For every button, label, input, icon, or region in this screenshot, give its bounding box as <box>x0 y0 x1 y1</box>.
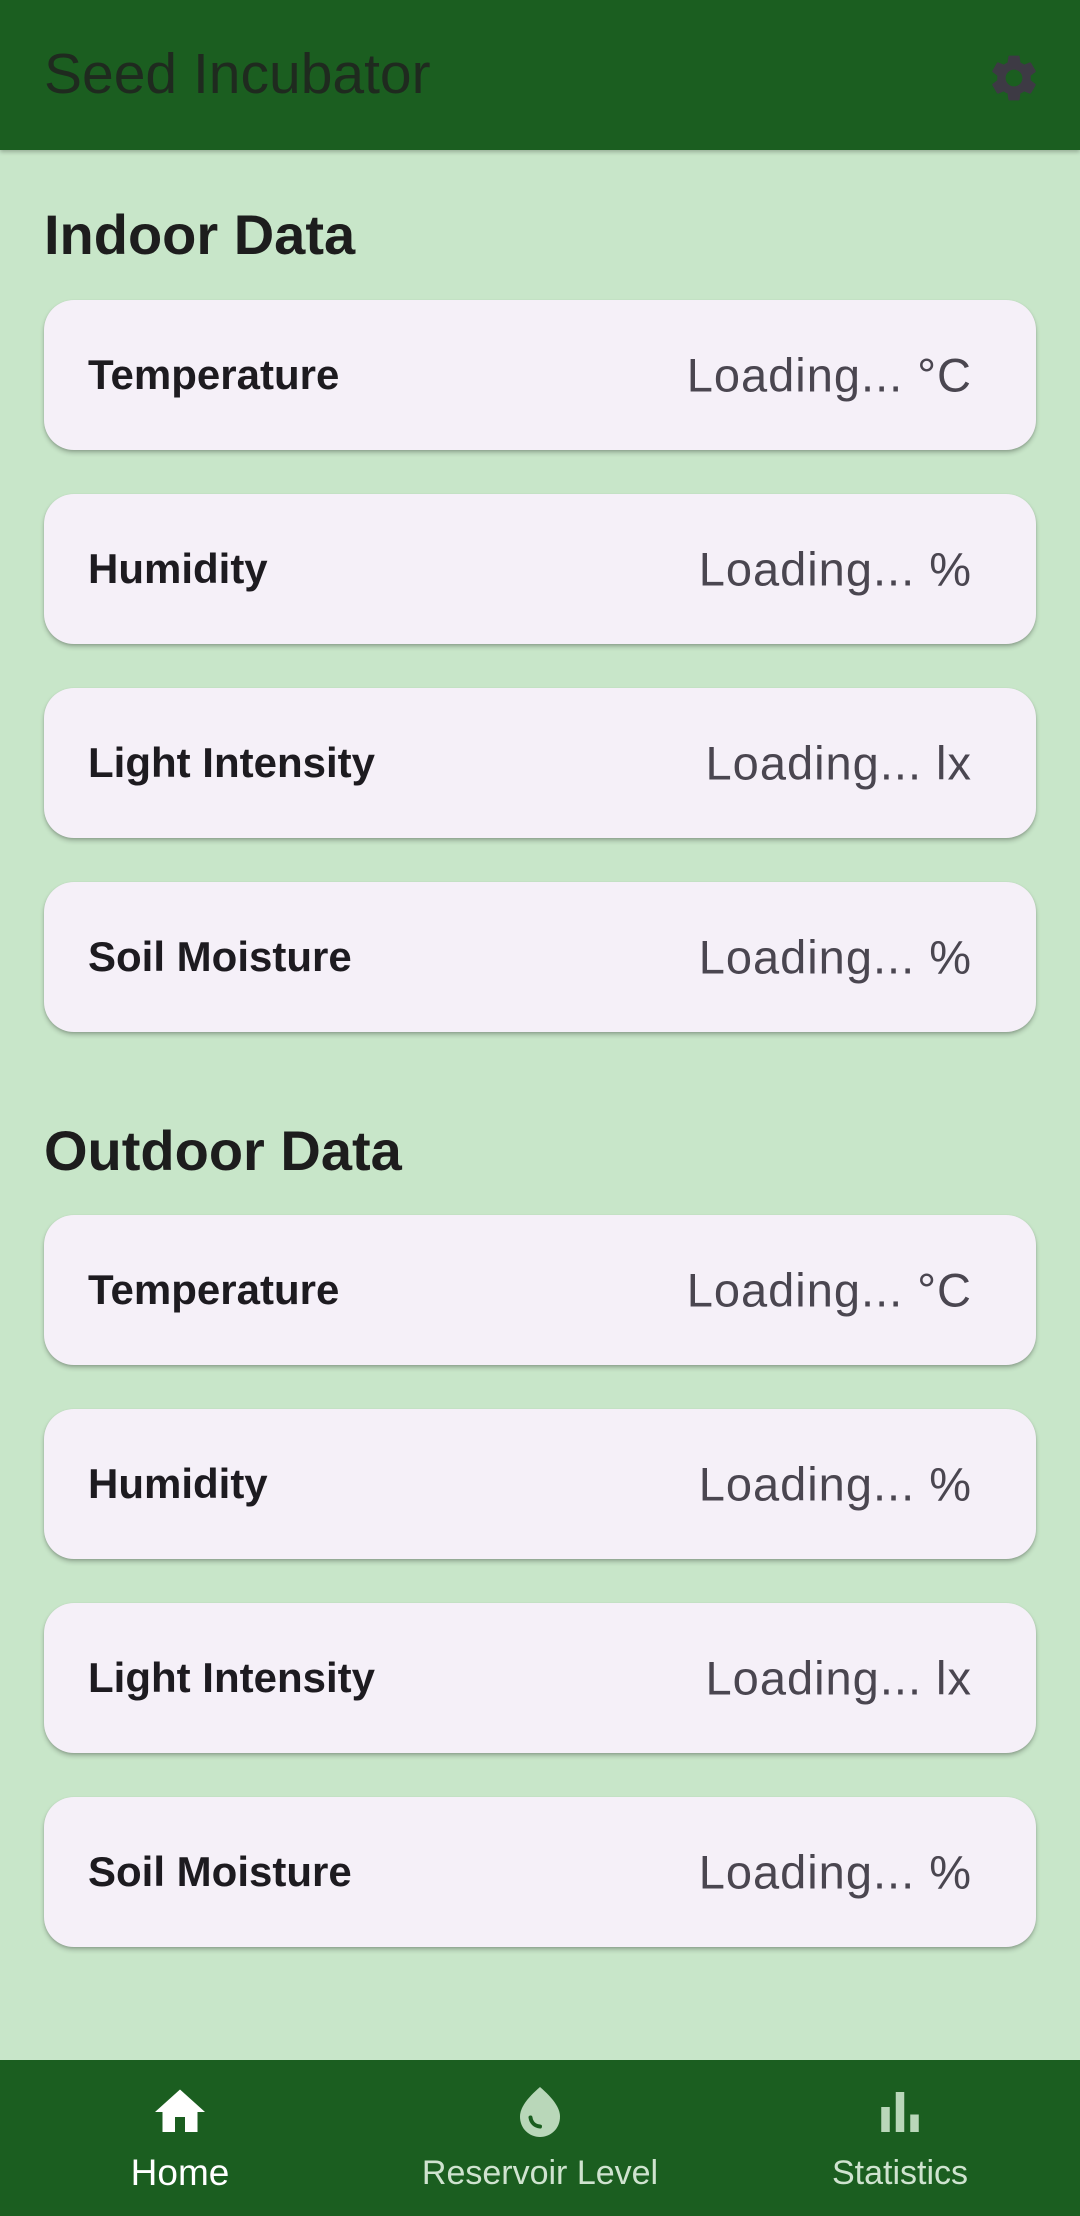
indoor-temperature-card: Temperature Loading... °C <box>44 300 1036 450</box>
nav-label: Home <box>130 2152 230 2193</box>
gear-icon <box>992 55 1036 101</box>
card-label: Temperature <box>88 1266 340 1313</box>
nav-item-statistics[interactable]: Statistics <box>720 2060 1080 2216</box>
card-label: Humidity <box>88 545 268 592</box>
indoor-light-intensity-card: Light Intensity Loading... lx <box>44 688 1036 838</box>
card-value: Loading... °C <box>686 348 972 402</box>
card-value: Loading... °C <box>686 1263 972 1317</box>
card-label: Light Intensity <box>88 1654 375 1701</box>
indoor-section-title: Indoor Data <box>44 203 356 266</box>
indoor-soil-moisture-card: Soil Moisture Loading... % <box>44 882 1036 1032</box>
card-label: Light Intensity <box>88 739 375 786</box>
card-value: Loading... % <box>698 930 972 984</box>
water-drop-icon <box>520 2087 560 2137</box>
home-icon <box>155 2089 205 2132</box>
bar-chart-icon <box>881 2092 919 2132</box>
card-value: Loading... % <box>698 1457 972 1511</box>
settings-button[interactable] <box>978 42 1050 114</box>
card-value: Loading... % <box>698 1845 972 1899</box>
app-title: Seed Incubator <box>44 42 431 106</box>
nav-label: Reservoir Level <box>421 2154 659 2192</box>
outdoor-temperature-card: Temperature Loading... °C <box>44 1215 1036 1365</box>
nav-label: Statistics <box>831 2154 969 2192</box>
card-label: Soil Moisture <box>88 1848 352 1895</box>
nav-item-reservoir-level[interactable]: Reservoir Level <box>360 2060 720 2216</box>
app-bar: Seed Incubator <box>0 0 1080 150</box>
nav-item-home[interactable]: Home <box>0 2060 360 2216</box>
card-value: Loading... lx <box>705 1651 972 1705</box>
outdoor-soil-moisture-card: Soil Moisture Loading... % <box>44 1797 1036 1947</box>
outdoor-light-intensity-card: Light Intensity Loading... lx <box>44 1603 1036 1753</box>
bottom-navigation: Home Reservoir Level Statistics <box>0 2060 1080 2216</box>
card-value: Loading... % <box>698 542 972 596</box>
outdoor-section-title: Outdoor Data <box>44 1119 402 1182</box>
card-label: Soil Moisture <box>88 933 352 980</box>
indoor-humidity-card: Humidity Loading... % <box>44 494 1036 644</box>
card-value: Loading... lx <box>705 736 972 790</box>
outdoor-humidity-card: Humidity Loading... % <box>44 1409 1036 1559</box>
card-label: Humidity <box>88 1460 268 1507</box>
card-label: Temperature <box>88 351 340 398</box>
